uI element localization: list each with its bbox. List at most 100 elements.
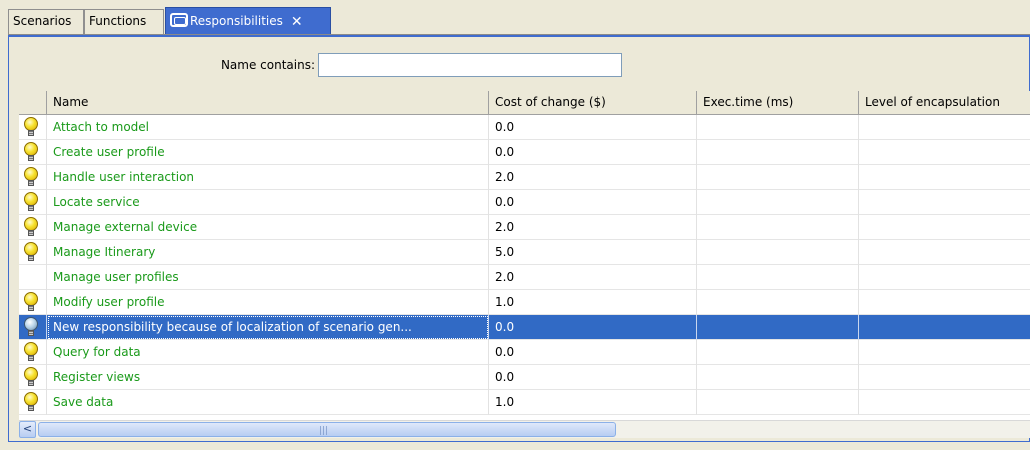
column-header-icon[interactable] (19, 91, 47, 114)
row-name-cell: Modify user profile (47, 290, 489, 315)
responsibilities-panel: Name contains: Name Cost of change ($) E… (8, 35, 1030, 442)
table-row[interactable]: Handle user interaction 2.0 (19, 165, 1030, 190)
table-row[interactable]: Manage user profiles 2.0 (19, 265, 1030, 290)
table-row[interactable]: Manage external device 2.0 (19, 215, 1030, 240)
row-exec-time-cell (697, 115, 859, 140)
row-name-cell: Manage Itinerary (47, 240, 489, 265)
row-exec-time-cell (697, 315, 859, 340)
tab-bar: Scenarios Functions Responsibilities ✕ (8, 7, 1030, 35)
row-cost-cell: 0.0 (489, 140, 697, 165)
row-icon-cell (19, 215, 47, 240)
row-icon-cell (19, 240, 47, 265)
lightbulb-icon (24, 392, 38, 413)
row-encapsulation-cell (859, 365, 1030, 390)
row-name-cell: Query for data (47, 340, 489, 365)
horizontal-scrollbar[interactable]: < ||| (19, 420, 1030, 438)
table-row[interactable]: Locate service 0.0 (19, 190, 1030, 215)
row-encapsulation-cell (859, 115, 1030, 140)
row-cost-cell: 0.0 (489, 115, 697, 140)
lightbulb-icon (24, 342, 38, 363)
table-row[interactable]: Query for data 0.0 (19, 340, 1030, 365)
row-cost-cell: 0.0 (489, 315, 697, 340)
row-encapsulation-cell (859, 215, 1030, 240)
row-exec-time-cell (697, 365, 859, 390)
lightbulb-icon (24, 367, 38, 388)
row-icon-cell (19, 190, 47, 215)
scroll-left-button[interactable]: < (19, 421, 36, 438)
tab-responsibilities-label: Responsibilities (190, 14, 283, 28)
table-row[interactable]: Attach to model 0.0 (19, 115, 1030, 140)
row-encapsulation-cell (859, 315, 1030, 340)
tab-scenarios-label: Scenarios (13, 14, 72, 28)
tab-functions[interactable]: Functions (84, 9, 164, 35)
row-cost-cell: 1.0 (489, 290, 697, 315)
row-name-cell: Create user profile (47, 140, 489, 165)
tab-scenarios[interactable]: Scenarios (8, 9, 84, 35)
column-header-cost[interactable]: Cost of change ($) (489, 91, 697, 114)
row-encapsulation-cell (859, 140, 1030, 165)
table-row[interactable]: Register views 0.0 (19, 365, 1030, 390)
lightbulb-icon (24, 142, 38, 163)
table-row[interactable]: Create user profile 0.0 (19, 140, 1030, 165)
row-exec-time-cell (697, 390, 859, 415)
name-filter-label: Name contains: (220, 58, 315, 72)
row-exec-time-cell (697, 140, 859, 165)
row-exec-time-cell (697, 190, 859, 215)
row-cost-cell: 2.0 (489, 215, 697, 240)
scroll-thumb[interactable]: ||| (38, 422, 616, 437)
column-header-encapsulation[interactable]: Level of encapsulation (859, 91, 1030, 114)
lightbulb-icon (24, 117, 38, 138)
row-cost-cell: 2.0 (489, 265, 697, 290)
row-name-cell: Attach to model (47, 115, 489, 140)
row-encapsulation-cell (859, 190, 1030, 215)
row-icon-cell (19, 390, 47, 415)
row-icon-cell (19, 165, 47, 190)
table-row[interactable]: Save data 1.0 (19, 390, 1030, 415)
row-cost-cell: 0.0 (489, 340, 697, 365)
table-header: Name Cost of change ($) Exec.time (ms) L… (19, 91, 1030, 115)
row-exec-time-cell (697, 240, 859, 265)
row-icon-cell (19, 265, 47, 290)
row-encapsulation-cell (859, 390, 1030, 415)
row-name-cell: New responsibility because of localizati… (47, 315, 489, 340)
grip-icon: ||| (319, 426, 329, 436)
row-encapsulation-cell (859, 240, 1030, 265)
row-name-cell: Locate service (47, 190, 489, 215)
lightbulb-dim-icon (24, 317, 38, 338)
row-name-cell: Save data (47, 390, 489, 415)
row-encapsulation-cell (859, 290, 1030, 315)
table-row[interactable]: New responsibility because of localizati… (19, 315, 1030, 340)
row-icon-cell (19, 315, 47, 340)
view-icon (170, 13, 188, 27)
row-icon-cell (19, 115, 47, 140)
row-name-cell: Handle user interaction (47, 165, 489, 190)
row-name-cell: Register views (47, 365, 489, 390)
responsibilities-table: Name Cost of change ($) Exec.time (ms) L… (19, 91, 1030, 420)
lightbulb-icon (24, 192, 38, 213)
row-name-cell: Manage user profiles (47, 265, 489, 290)
row-encapsulation-cell (859, 265, 1030, 290)
row-cost-cell: 2.0 (489, 165, 697, 190)
table-row[interactable]: Modify user profile 1.0 (19, 290, 1030, 315)
row-cost-cell: 1.0 (489, 390, 697, 415)
row-cost-cell: 0.0 (489, 365, 697, 390)
row-name-cell: Manage external device (47, 215, 489, 240)
row-icon-cell (19, 365, 47, 390)
column-header-name[interactable]: Name (47, 91, 489, 114)
lightbulb-icon (24, 167, 38, 188)
row-icon-cell (19, 290, 47, 315)
row-cost-cell: 0.0 (489, 190, 697, 215)
name-filter-input[interactable] (318, 53, 622, 77)
lightbulb-icon (24, 292, 38, 313)
row-exec-time-cell (697, 265, 859, 290)
row-exec-time-cell (697, 290, 859, 315)
row-encapsulation-cell (859, 165, 1030, 190)
row-exec-time-cell (697, 215, 859, 240)
row-icon-cell (19, 340, 47, 365)
row-exec-time-cell (697, 340, 859, 365)
close-icon[interactable]: ✕ (291, 15, 303, 29)
table-row[interactable]: Manage Itinerary 5.0 (19, 240, 1030, 265)
tab-responsibilities[interactable]: Responsibilities ✕ (165, 7, 331, 35)
tab-functions-label: Functions (89, 14, 147, 28)
column-header-exec-time[interactable]: Exec.time (ms) (697, 91, 859, 114)
